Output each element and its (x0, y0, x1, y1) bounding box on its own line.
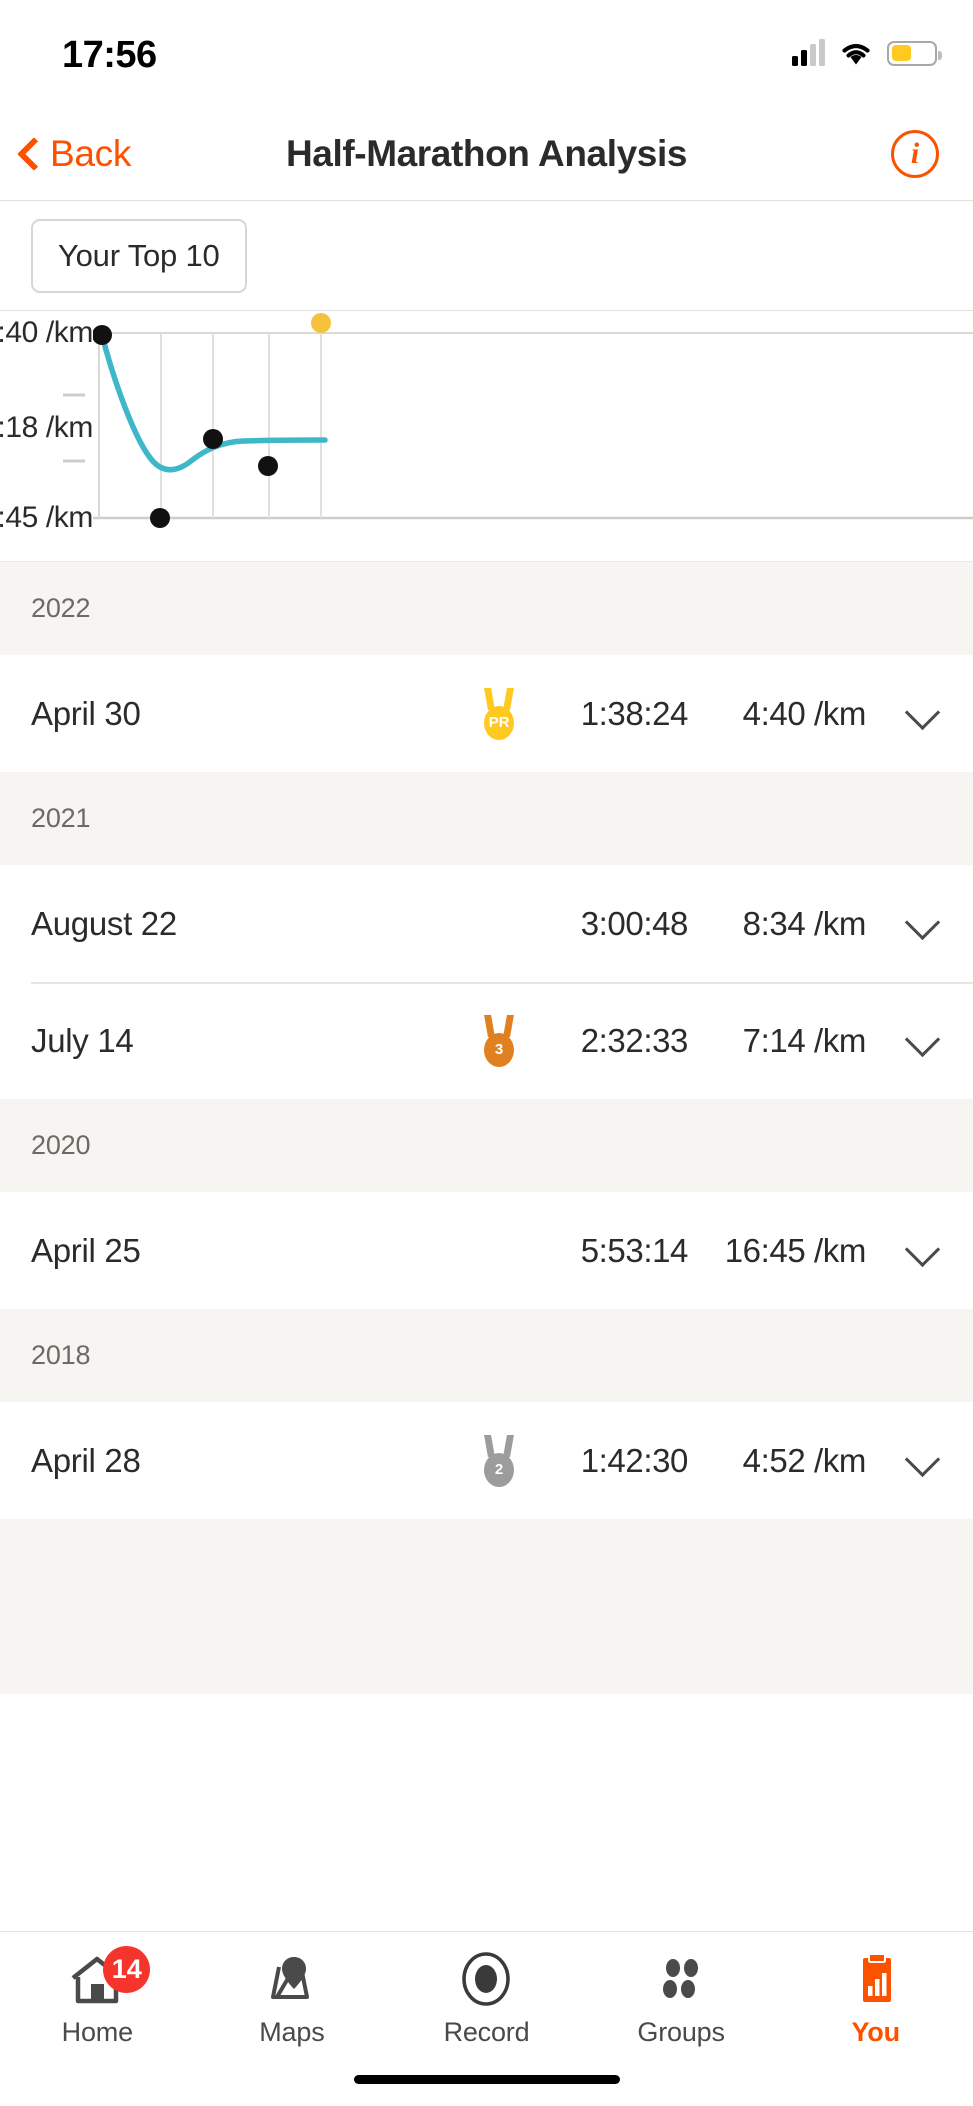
row-time: 5:53:14 (580, 1231, 689, 1269)
chart-board-icon (847, 1950, 905, 2008)
table-row[interactable]: July 14 3 2:32:33 7:14 /km (0, 982, 973, 1099)
back-button-label: Back (50, 133, 132, 174)
chevron-down-icon[interactable] (902, 694, 942, 734)
row-pace: 4:52 /km (742, 1441, 867, 1479)
page-title: Half-Marathon Analysis (285, 133, 688, 174)
back-button[interactable]: Back (18, 133, 131, 175)
tab-label-home: Home (61, 2017, 133, 2047)
tab-home[interactable]: 14 Home (0, 1946, 195, 2048)
row-time: 1:42:30 (580, 1441, 689, 1479)
battery-icon (887, 40, 942, 66)
table-row[interactable]: April 25 5:53:14 16:45 /km (0, 1192, 973, 1309)
navigation-bar: Back Half-Marathon Analysis i (0, 108, 973, 201)
y-tick-label-0: 4:40 /km (0, 316, 93, 349)
chart-canvas: 4:40 /km 7:18 /km 16:45 /km (0, 311, 973, 561)
medal-silver-icon: 2 (482, 1435, 516, 1487)
row-date: July 14 (31, 1021, 134, 1059)
status-indicators (792, 39, 942, 66)
wifi-icon (839, 40, 873, 66)
row-time: 2:32:33 (580, 1021, 689, 1059)
y-tick-dash-3 (63, 459, 85, 463)
row-pace: 8:34 /km (742, 904, 867, 942)
tab-label-maps: Maps (259, 2017, 325, 2047)
info-icon[interactable]: i (891, 130, 939, 178)
row-metrics: 5:53:14 16:45 /km (482, 1231, 942, 1271)
tab-label-groups: Groups (637, 2017, 725, 2047)
row-date: April 25 (31, 1231, 141, 1269)
people-dots-icon (652, 1950, 710, 2008)
cellular-signal-icon (792, 39, 825, 66)
chevron-down-icon[interactable] (902, 904, 942, 944)
list-bottom-filler (0, 1519, 973, 1694)
status-time: 17:56 (62, 34, 157, 76)
row-date: April 30 (31, 694, 141, 732)
row-metrics: 3:00:48 8:34 /km (482, 904, 942, 944)
table-row[interactable]: April 30 PR 1:38:24 4:40 /km (0, 655, 973, 772)
tab-you[interactable]: You (778, 1950, 973, 2048)
y-tick-dash-1 (63, 393, 85, 397)
tab-maps[interactable]: Maps (195, 1950, 390, 2048)
year-header: 2018 (0, 1309, 973, 1402)
row-time: 3:00:48 (580, 904, 689, 942)
row-date: April 28 (31, 1441, 141, 1479)
medal-label: PR (484, 705, 514, 740)
table-row[interactable]: April 28 2 1:42:30 4:52 /km (0, 1402, 973, 1519)
chart-svg (92, 313, 973, 528)
y-tick-label-1: 7:18 /km (0, 411, 93, 444)
chevron-left-icon (18, 136, 40, 172)
tab-record[interactable]: Record (389, 1950, 584, 2048)
tab-groups[interactable]: Groups (584, 1950, 779, 2048)
home-badge: 14 (103, 1946, 151, 1993)
row-metrics: PR 1:38:24 4:40 /km (482, 688, 942, 740)
row-date: August 22 (31, 904, 177, 942)
bottom-tab-bar: 14 Home Maps Record Groups You (0, 1931, 973, 2106)
medal-pr-icon: PR (482, 688, 516, 740)
row-metrics: 3 2:32:33 7:14 /km (482, 1015, 942, 1067)
medal-label: 3 (484, 1032, 514, 1067)
row-pace: 16:45 /km (724, 1231, 867, 1269)
status-bar: 17:56 (0, 0, 973, 108)
tab-label-you: You (851, 2017, 900, 2047)
medal-label: 2 (484, 1452, 514, 1487)
year-header: 2020 (0, 1099, 973, 1192)
table-row[interactable]: August 22 3:00:48 8:34 /km (0, 865, 973, 982)
year-header: 2022 (0, 562, 973, 655)
record-dot-icon (457, 1950, 515, 2008)
activity-list: 2022 April 30 PR 1:38:24 4:40 /km 2021 A… (0, 562, 973, 1694)
home-indicator (353, 2075, 620, 2084)
chevron-down-icon[interactable] (902, 1441, 942, 1481)
row-metrics: 2 1:42:30 4:52 /km (482, 1435, 942, 1487)
chevron-down-icon[interactable] (902, 1021, 942, 1061)
y-tick-label-2: 16:45 /km (0, 501, 93, 534)
filter-bar: Your Top 10 (0, 201, 973, 311)
year-header: 2021 (0, 772, 973, 865)
your-top-10-filter-chip[interactable]: Your Top 10 (31, 218, 247, 293)
info-icon-glyph: i (910, 137, 920, 170)
chart-plot-area (92, 311, 973, 561)
map-pin-icon (263, 1950, 321, 2008)
chart-y-axis: 4:40 /km 7:18 /km 16:45 /km (0, 311, 93, 561)
house-icon: 14 (66, 1946, 151, 2008)
chevron-down-icon[interactable] (902, 1231, 942, 1271)
row-pace: 7:14 /km (742, 1021, 867, 1059)
tab-label-record: Record (443, 2017, 530, 2047)
medal-bronze-icon: 3 (482, 1015, 516, 1067)
pace-chart[interactable]: 4:40 /km 7:18 /km 16:45 /km (0, 311, 973, 562)
row-time: 1:38:24 (580, 694, 689, 732)
row-pace: 4:40 /km (742, 694, 867, 732)
